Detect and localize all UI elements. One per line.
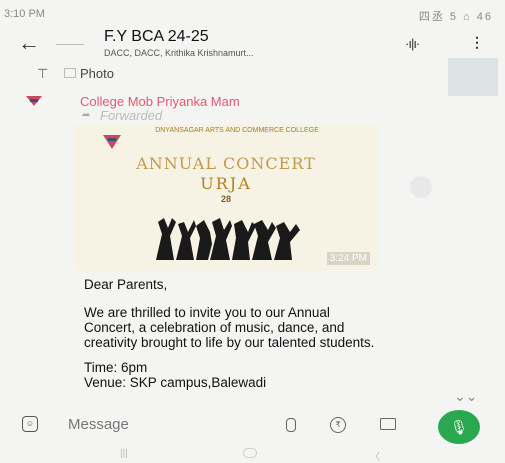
dancers-silhouette: [156, 218, 300, 260]
recent-apps-icon[interactable]: |||: [120, 448, 128, 459]
status-bar: 3:10 PM 四丞 5 ⌂ 46: [0, 0, 505, 26]
chat-header: ← F.Y BCA 24-25 DACC, DACC, Krithika Kri…: [0, 26, 505, 66]
pin-icon: ⊤: [37, 66, 49, 81]
poster-title: ANNUAL CONCERT: [136, 154, 316, 173]
poster-subtitle: URJA: [200, 174, 252, 193]
message-input-bar: ☺ ₹ 🎙: [0, 408, 505, 446]
sender-avatar[interactable]: [24, 94, 44, 108]
concert-poster-image[interactable]: DNYANSAGAR ARTS AND COMMERCE COLLEGE ANN…: [74, 124, 378, 270]
poster-date: 28: [220, 194, 231, 204]
nav-back-icon[interactable]: 〈: [370, 448, 380, 463]
mic-icon: 🎙: [450, 419, 468, 435]
share-icon[interactable]: [410, 176, 432, 198]
message-text: Dear Parents, We are thrilled to invite …: [84, 277, 384, 390]
chat-title[interactable]: F.Y BCA 24-25: [104, 28, 209, 46]
message-timestamp: 3:24 PM: [326, 252, 370, 265]
emoji-icon[interactable]: ☺: [22, 416, 38, 432]
message-greeting: Dear Parents,: [84, 277, 168, 292]
attach-icon[interactable]: [286, 418, 296, 432]
chat-subtitle[interactable]: DACC, DACC, Krithika Krishnamurt...: [104, 48, 384, 58]
status-time: 3:10 PM: [4, 8, 45, 20]
group-avatar[interactable]: [56, 34, 84, 45]
message-input[interactable]: [68, 412, 238, 436]
arrow-left-icon[interactable]: ←: [18, 30, 40, 56]
poster-college-name: DNYANSAGAR ARTS AND COMMERCE COLLEGE: [155, 127, 319, 134]
mic-button[interactable]: 🎙: [438, 410, 480, 444]
status-icons: 四丞 5 ⌂ 46: [418, 11, 493, 23]
message-venue-line: Venue: SKP campus,Balewadi: [84, 375, 267, 390]
more-vertical-icon[interactable]: ⋮: [470, 34, 484, 51]
voice-call-icon[interactable]: ·ı|ı·: [405, 36, 420, 51]
photo-icon: [64, 68, 76, 78]
pinned-message-bar[interactable]: ⊤ Photo: [0, 58, 505, 96]
pinned-thumbnail[interactable]: [448, 58, 498, 96]
message-time-line: Time: 6pm: [84, 360, 148, 375]
sender-name[interactable]: College Mob Priyanka Mam: [80, 94, 240, 109]
college-logo: [103, 135, 121, 149]
camera-icon[interactable]: [380, 418, 396, 430]
forwarded-label: Forwarded: [100, 108, 163, 123]
home-icon[interactable]: [243, 448, 257, 458]
scroll-down-icon[interactable]: ⌄⌄: [454, 388, 477, 405]
system-nav-bar: ||| 〈: [0, 446, 505, 463]
pinned-label: Photo: [80, 66, 114, 81]
forward-icon: ➦: [82, 110, 91, 121]
message-body: We are thrilled to invite you to our Ann…: [84, 305, 375, 350]
payment-icon[interactable]: ₹: [330, 417, 346, 433]
